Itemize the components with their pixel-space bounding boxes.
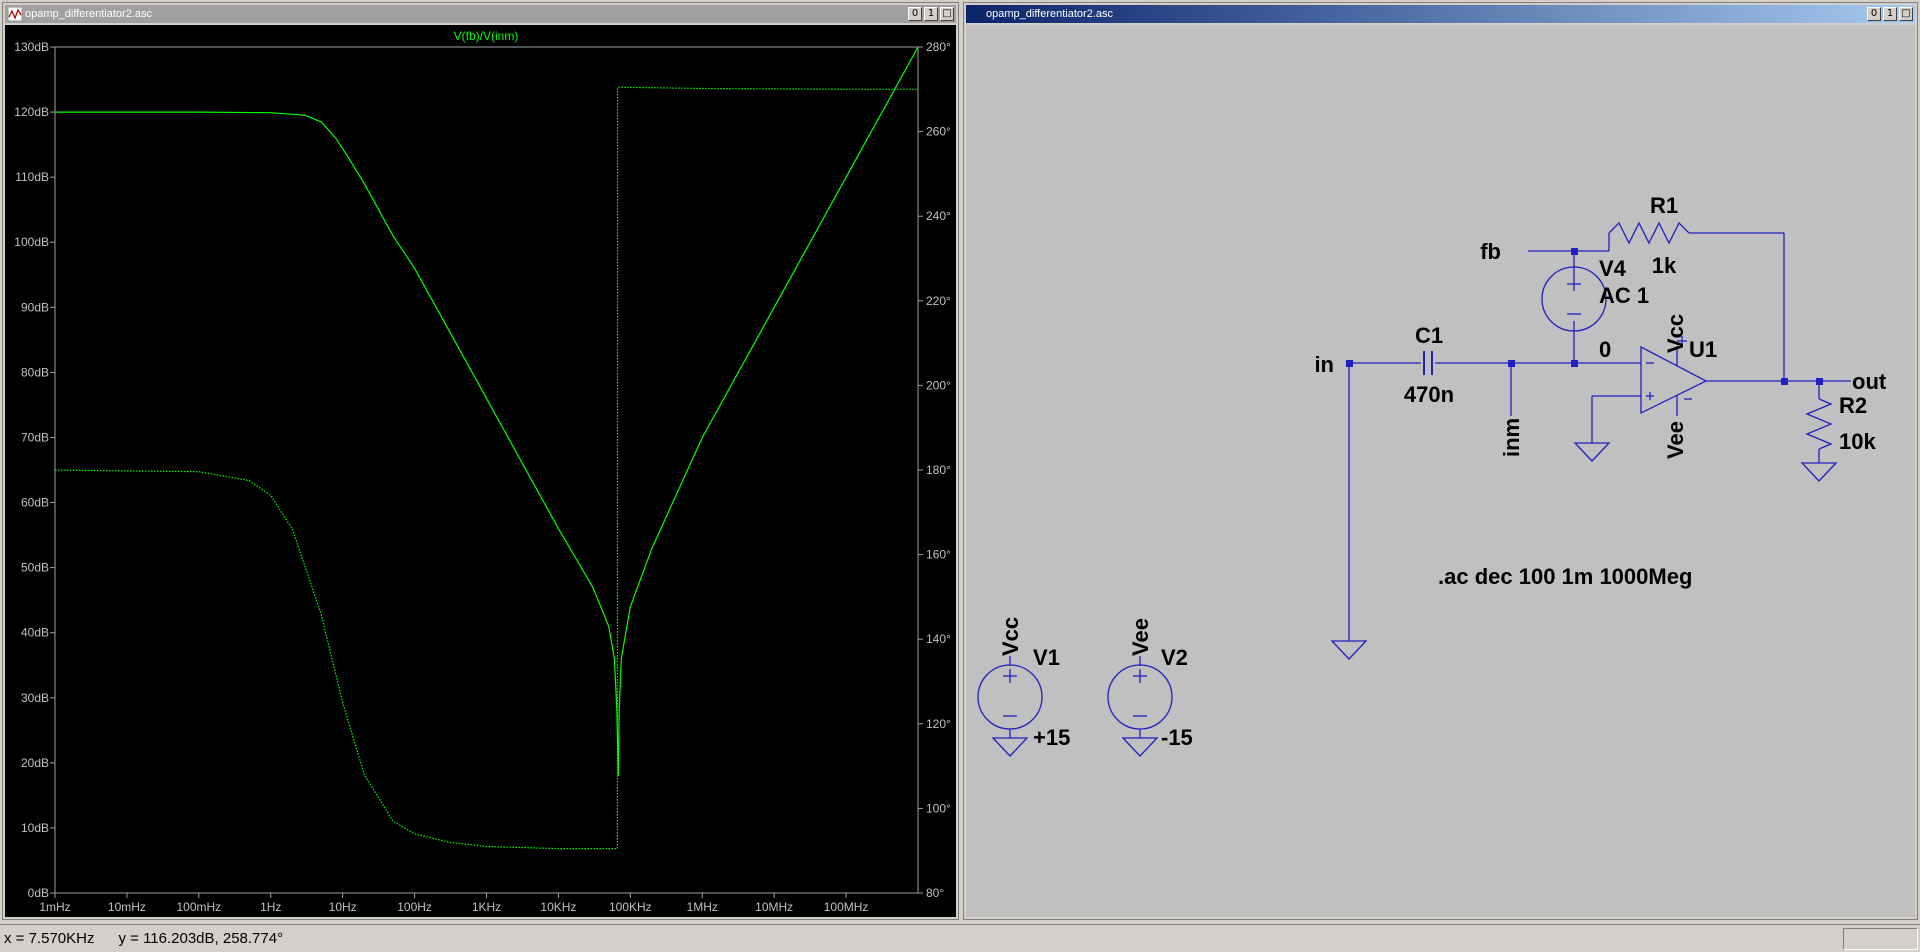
plot-pane[interactable]: V(fb)/V(inm) 1mHz 10mHz 100mHz 1Hz 10Hz 100Hz…: [5, 25, 956, 917]
x-tick-label: 10Hz: [329, 900, 357, 914]
plot-window-title: opamp_differentiator2.asc: [25, 8, 152, 20]
v2-value[interactable]: -15: [1161, 725, 1193, 750]
v4-value[interactable]: AC 1: [1599, 283, 1649, 308]
minimize-button[interactable]: 0: [908, 7, 922, 21]
magnitude-trace: [55, 46, 919, 776]
y-left-tick-label: 60dB: [21, 496, 49, 510]
schematic-window-title: opamp_differentiator2.asc: [986, 8, 1113, 20]
y-left-tick-label: 80dB: [21, 365, 49, 379]
y-axis-right: 80° 100° 120° 140° 160° 180° 200° 220° 240° 260° 2…: [918, 40, 951, 900]
schematic-canvas[interactable]: fb V4 AC 1 0 R1 1k C1 470n in inm Vcc Ve…: [966, 25, 1915, 917]
spice-directive[interactable]: .ac dec 100 1m 1000Meg: [1438, 564, 1692, 589]
y-left-tick-label: 130dB: [14, 40, 49, 54]
x-tick-label: 10mHz: [108, 900, 146, 914]
r1-name[interactable]: R1: [1650, 193, 1678, 218]
plot-window[interactable]: opamp_differentiator2.asc 0 1 □ V(fb)/V(…: [2, 2, 959, 920]
y-left-tick-label: 50dB: [21, 561, 49, 575]
r1-value[interactable]: 1k: [1652, 253, 1677, 278]
traces: [54, 46, 919, 850]
resistor-r1[interactable]: [1608, 221, 1690, 245]
restore-button[interactable]: 1: [1883, 7, 1897, 21]
y-left-tick-label: 70dB: [21, 430, 49, 444]
r2-value[interactable]: 10k: [1839, 429, 1876, 454]
waveform-icon: [8, 7, 22, 21]
x-tick-label: 100Hz: [397, 900, 432, 914]
y-right-tick-label: 100°: [926, 801, 951, 815]
y-right-tick-label: 200°: [926, 378, 951, 392]
x-tick-label: 10MHz: [755, 900, 793, 914]
y-axis-left: 0dB 10dB 20dB 30dB 40dB 50dB 60dB 70dB 80dB 90dB 1…: [14, 40, 55, 900]
phase-trace: [54, 86, 918, 850]
y-right-tick-label: 140°: [926, 632, 951, 646]
v1-vcc-label[interactable]: Vcc: [998, 617, 1023, 656]
y-left-tick-label: 10dB: [21, 821, 49, 835]
y-right-tick-label: 160°: [926, 548, 951, 562]
minimize-button[interactable]: 0: [1867, 7, 1881, 21]
trace-title[interactable]: V(fb)/V(inm): [454, 29, 519, 43]
y-right-tick-label: 80°: [926, 886, 944, 900]
y-left-tick-label: 0dB: [28, 886, 49, 900]
y-left-tick-label: 20dB: [21, 756, 49, 770]
v2-name[interactable]: V2: [1161, 645, 1188, 670]
y-right-tick-label: 280°: [926, 40, 951, 54]
x-tick-label: 1mHz: [39, 900, 70, 914]
net-label-in[interactable]: in: [1314, 352, 1334, 377]
y-left-tick-label: 90dB: [21, 300, 49, 314]
x-tick-label: 10KHz: [540, 900, 576, 914]
v1-name[interactable]: V1: [1033, 645, 1060, 670]
opamp-vcc-label[interactable]: Vcc: [1663, 314, 1688, 353]
bode-plot[interactable]: V(fb)/V(inm) 1mHz 10mHz 100mHz 1Hz 10Hz 100Hz…: [5, 25, 958, 919]
opamp-vee-label[interactable]: Vee: [1663, 421, 1688, 459]
x-tick-label: 1MHz: [687, 900, 718, 914]
x-tick-label: 1KHz: [472, 900, 501, 914]
plot-window-titlebar[interactable]: opamp_differentiator2.asc 0 1 □: [5, 5, 956, 23]
u1-name[interactable]: U1: [1689, 337, 1717, 362]
resistor-r2[interactable]: [1805, 398, 1833, 450]
schematic-window-titlebar[interactable]: opamp_differentiator2.asc 0 1 □: [966, 5, 1915, 23]
c1-value[interactable]: 470n: [1404, 382, 1454, 407]
x-axis: 1mHz 10mHz 100mHz 1Hz 10Hz 100Hz 1KHz 10KHz 100K…: [39, 893, 868, 914]
capacitor-c1[interactable]: [1423, 351, 1433, 375]
y-left-tick-label: 120dB: [14, 105, 49, 119]
y-right-tick-label: 220°: [926, 294, 951, 308]
ground-symbols: [991, 442, 1838, 757]
plot-frame: [54, 46, 919, 894]
y-right-tick-label: 260°: [926, 125, 951, 139]
v1-value[interactable]: +15: [1033, 725, 1070, 750]
x-tick-label: 100KHz: [609, 900, 652, 914]
x-tick-label: 100mHz: [176, 900, 221, 914]
status-bar-panel: [1843, 928, 1918, 950]
y-left-tick-label: 30dB: [21, 691, 49, 705]
x-tick-label: 100MHz: [824, 900, 869, 914]
v4-name[interactable]: V4: [1599, 256, 1627, 281]
v2-vee-label[interactable]: Vee: [1128, 618, 1153, 656]
maximize-button[interactable]: □: [1899, 7, 1913, 21]
cursor-x-readout: x = 7.570KHz: [4, 930, 95, 947]
r2-name[interactable]: R2: [1839, 393, 1867, 418]
y-right-tick-label: 120°: [926, 717, 951, 731]
net-label-fb[interactable]: fb: [1480, 239, 1501, 264]
status-bar: x = 7.570KHz y = 116.203dB, 258.774°: [0, 924, 1920, 952]
schematic-drawing[interactable]: fb V4 AC 1 0 R1 1k C1 470n in inm Vcc Ve…: [966, 25, 1917, 919]
net-label-inm[interactable]: inm: [1499, 418, 1524, 457]
c1-name[interactable]: C1: [1415, 323, 1443, 348]
maximize-button[interactable]: □: [940, 7, 954, 21]
restore-button[interactable]: 1: [924, 7, 938, 21]
y-right-tick-label: 180°: [926, 463, 951, 477]
y-left-tick-label: 40dB: [21, 626, 49, 640]
schematic-window[interactable]: opamp_differentiator2.asc 0 1 □ fb V4 AC…: [963, 2, 1918, 920]
cursor-y-readout: y = 116.203dB, 258.774°: [118, 930, 284, 947]
y-left-tick-label: 110dB: [15, 170, 49, 184]
y-left-tick-label: 100dB: [14, 235, 49, 249]
net-label-out[interactable]: out: [1852, 369, 1887, 394]
node-label-zero[interactable]: 0: [1599, 337, 1611, 362]
y-right-tick-label: 240°: [926, 209, 951, 223]
x-tick-label: 1Hz: [260, 900, 281, 914]
